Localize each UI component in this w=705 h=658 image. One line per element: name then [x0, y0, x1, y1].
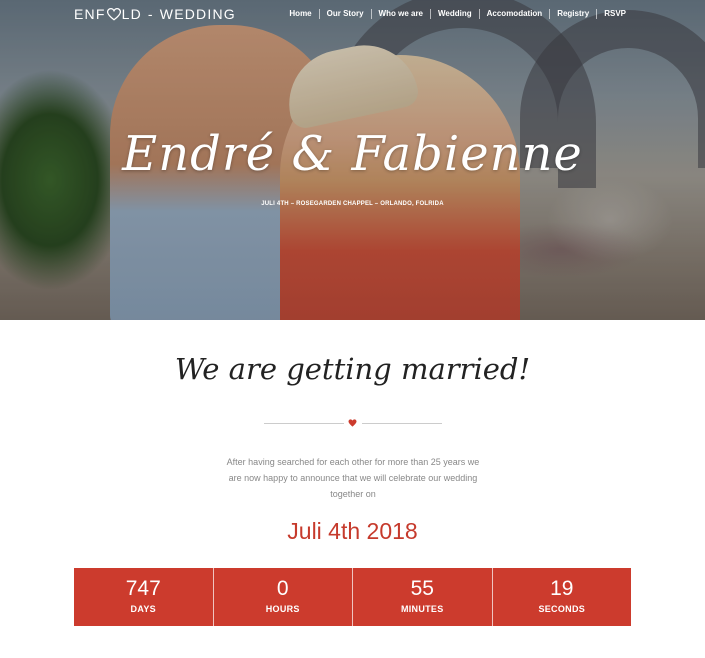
nav-item-who-we-are[interactable]: Who we are — [370, 9, 430, 19]
countdown-hours: 0 HOURS — [212, 568, 353, 626]
intro-text: After having searched for each other for… — [226, 457, 480, 499]
main-nav: Home Our Story Who we are Wedding Accomo… — [282, 9, 633, 19]
countdown-hours-value: 0 — [276, 577, 289, 600]
heart-outline-icon — [106, 7, 121, 21]
countdown-timer: 747 DAYS 0 HOURS 55 MINUTES 19 SECONDS — [74, 568, 631, 626]
hero-banner: ENF LD - WEDDING Home Our Story Who we a… — [0, 0, 705, 320]
hero-subtitle: JULI 4TH – ROSEGARDEN CHAPPEL – ORLANDO,… — [261, 201, 444, 207]
countdown-seconds-label: SECONDS — [538, 604, 586, 614]
countdown-minutes-label: MINUTES — [400, 604, 444, 614]
countdown-minutes: 55 MINUTES — [352, 568, 492, 626]
site-logo[interactable]: ENF LD - WEDDING — [74, 6, 236, 22]
logo-text-part2: LD — [121, 6, 142, 22]
divider-line-left — [264, 423, 344, 424]
logo-text-part3: WEDDING — [159, 6, 236, 22]
countdown-seconds: 19 SECONDS — [491, 568, 632, 626]
logo-text-part1: ENF — [74, 6, 106, 22]
wedding-date: Juli 4th 2018 — [287, 518, 418, 544]
nav-item-home[interactable]: Home — [282, 9, 318, 19]
logo-separator: - — [147, 6, 154, 22]
countdown-minutes-value: 55 — [410, 577, 434, 600]
countdown-days-label: DAYS — [130, 604, 156, 614]
countdown-days: 747 DAYS — [74, 568, 213, 626]
divider-line-right — [362, 423, 442, 424]
nav-item-wedding[interactable]: Wedding — [430, 9, 479, 19]
section-heading: We are getting married! — [174, 352, 531, 386]
countdown-seconds-value: 19 — [550, 577, 574, 600]
heart-icon — [348, 419, 357, 427]
countdown-hours-label: HOURS — [265, 604, 300, 614]
countdown-days-value: 747 — [125, 577, 161, 600]
nav-item-our-story[interactable]: Our Story — [318, 9, 371, 19]
nav-item-rsvp[interactable]: RSVP — [596, 9, 633, 19]
hero-title: Endré & Fabienne — [122, 126, 583, 182]
nav-item-registry[interactable]: Registry — [549, 9, 596, 19]
nav-item-accomodation[interactable]: Accomodation — [478, 9, 550, 19]
heart-divider — [264, 419, 442, 427]
